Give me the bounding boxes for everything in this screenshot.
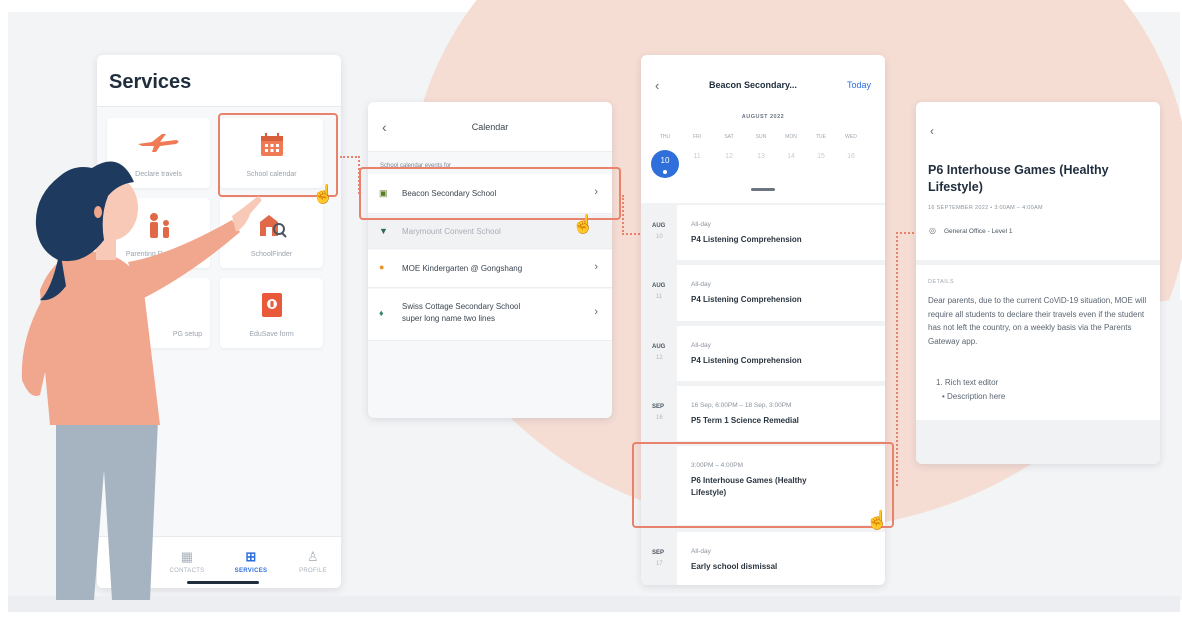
hand-pointer-icon: ☝ <box>312 184 335 204</box>
hand-pointer-icon: ☝ <box>572 214 595 234</box>
hand-pointer-icon: ☝ <box>866 510 889 530</box>
stage: Services Declare travels School calendar… <box>0 0 1182 619</box>
woman-illustration <box>21 161 262 600</box>
